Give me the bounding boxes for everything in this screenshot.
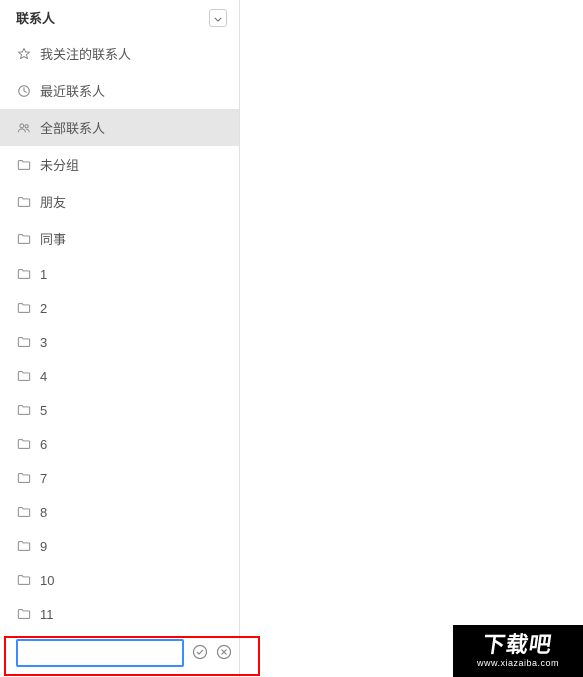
- sidebar-item[interactable]: 2: [0, 291, 239, 325]
- sidebar-item-label: 朋友: [40, 192, 66, 211]
- sidebar-item[interactable]: 我关注的联系人: [0, 35, 239, 72]
- sidebar-item[interactable]: 8: [0, 495, 239, 529]
- sidebar-item[interactable]: 11: [0, 597, 239, 631]
- cancel-button[interactable]: [216, 644, 232, 662]
- sidebar-item[interactable]: 4: [0, 359, 239, 393]
- folder-icon: [16, 266, 32, 282]
- sidebar-dropdown-button[interactable]: [209, 9, 227, 27]
- folder-icon: [16, 470, 32, 486]
- sidebar-item[interactable]: 朋友: [0, 183, 239, 220]
- sidebar-item-label: 10: [40, 573, 54, 588]
- folder-icon: [16, 194, 32, 210]
- sidebar-item-label: 最近联系人: [40, 81, 105, 100]
- folder-icon: [16, 572, 32, 588]
- sidebar-item[interactable]: 5: [0, 393, 239, 427]
- sidebar-item[interactable]: 最近联系人: [0, 72, 239, 109]
- folder-icon: [16, 157, 32, 173]
- sidebar-item[interactable]: 9: [0, 529, 239, 563]
- contacts-sidebar: 联系人 我关注的联系人最近联系人全部联系人未分组朋友同事 1 2 3 4 5 6 7 8 9 10 1…: [0, 0, 240, 677]
- sidebar-list: 我关注的联系人最近联系人全部联系人未分组朋友同事 1 2 3 4 5 6 7 8 9 10 11: [0, 35, 239, 631]
- sidebar-item-label: 8: [40, 505, 47, 520]
- sidebar-item-label: 9: [40, 539, 47, 554]
- folder-icon: [16, 300, 32, 316]
- sidebar-title: 联系人: [16, 8, 55, 27]
- chevron-down-icon: [214, 10, 222, 25]
- folder-icon: [16, 538, 32, 554]
- sidebar-item-label: 我关注的联系人: [40, 44, 131, 63]
- confirm-button[interactable]: [192, 644, 208, 662]
- clock-icon: [16, 83, 32, 99]
- new-folder-input[interactable]: [16, 639, 184, 667]
- folder-icon: [16, 606, 32, 622]
- x-circle-icon: [216, 644, 232, 663]
- sidebar-item-label: 4: [40, 369, 47, 384]
- folder-icon: [16, 436, 32, 452]
- sidebar-item-label: 2: [40, 301, 47, 316]
- watermark-url: www.xiazaiba.com: [477, 658, 559, 668]
- sidebar-header: 联系人: [0, 0, 239, 35]
- star-icon: [16, 46, 32, 62]
- sidebar-item-label: 1: [40, 267, 47, 282]
- sidebar-item[interactable]: 全部联系人: [0, 109, 239, 146]
- folder-icon: [16, 231, 32, 247]
- sidebar-item-label: 5: [40, 403, 47, 418]
- sidebar-item-label: 11: [40, 607, 54, 622]
- sidebar-item-label: 全部联系人: [40, 118, 105, 137]
- sidebar-item-label: 6: [40, 437, 47, 452]
- people-icon: [16, 120, 32, 136]
- new-folder-row: [0, 631, 239, 675]
- folder-icon: [16, 402, 32, 418]
- sidebar-item-label: 7: [40, 471, 47, 486]
- folder-icon: [16, 504, 32, 520]
- watermark: 下载吧 www.xiazaiba.com: [453, 625, 583, 677]
- watermark-text: 下载吧: [482, 634, 554, 656]
- sidebar-item[interactable]: 6: [0, 427, 239, 461]
- folder-icon: [16, 334, 32, 350]
- sidebar-item-label: 3: [40, 335, 47, 350]
- check-circle-icon: [192, 644, 208, 663]
- sidebar-item[interactable]: 3: [0, 325, 239, 359]
- sidebar-item[interactable]: 7: [0, 461, 239, 495]
- sidebar-item-label: 同事: [40, 229, 66, 248]
- sidebar-item[interactable]: 同事: [0, 220, 239, 257]
- folder-icon: [16, 368, 32, 384]
- sidebar-item-label: 未分组: [40, 155, 79, 174]
- sidebar-item[interactable]: 未分组: [0, 146, 239, 183]
- sidebar-item[interactable]: 10: [0, 563, 239, 597]
- sidebar-item[interactable]: 1: [0, 257, 239, 291]
